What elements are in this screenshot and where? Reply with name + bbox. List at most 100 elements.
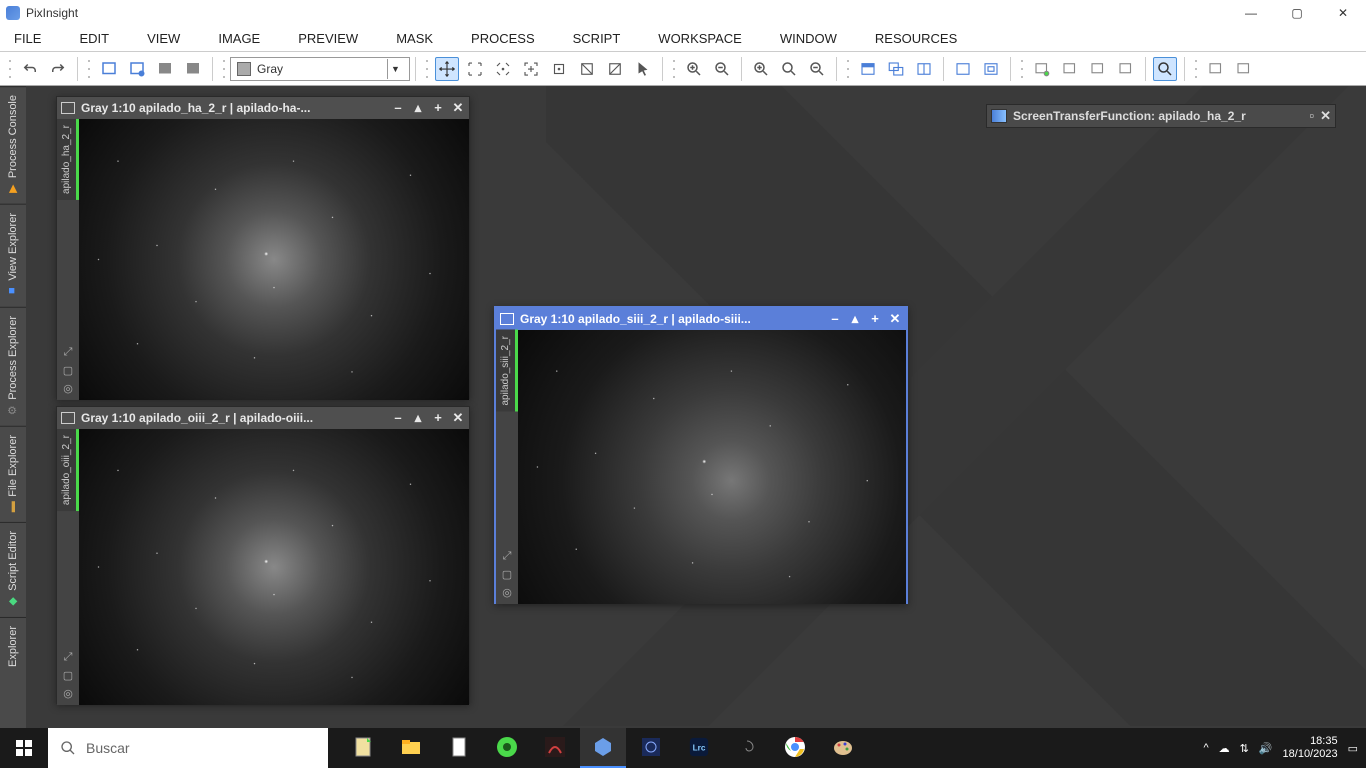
sidebar-script-editor[interactable]: ◆Script Editor [0, 522, 26, 617]
menu-window[interactable]: WINDOW [780, 31, 837, 46]
window4-button[interactable] [951, 57, 975, 81]
minimize-icon[interactable]: – [828, 311, 842, 327]
move-tool-button[interactable] [435, 57, 459, 81]
fit-icon[interactable]: ⤢ [500, 550, 514, 564]
saveas-button[interactable] [181, 57, 205, 81]
menu-workspace[interactable]: WORKSPACE [658, 31, 742, 46]
window3-button[interactable] [912, 57, 936, 81]
stf-close-icon[interactable]: ✕ [1320, 108, 1331, 124]
menu-script[interactable]: SCRIPT [573, 31, 621, 46]
menu-preview[interactable]: PREVIEW [298, 31, 358, 46]
window2-button[interactable] [884, 57, 908, 81]
tray-time[interactable]: 18:35 [1283, 735, 1338, 748]
image-tab-label[interactable]: apilado_oiii_2_r [57, 429, 79, 511]
rect-icon[interactable]: ▢ [500, 568, 514, 582]
target-icon[interactable]: ◎ [61, 687, 75, 701]
mask2-button[interactable] [1232, 57, 1256, 81]
maximize-icon[interactable]: + [431, 100, 445, 116]
clip-button[interactable] [575, 57, 599, 81]
image-canvas-siii[interactable] [518, 330, 906, 604]
actual-button[interactable] [547, 57, 571, 81]
image-window-oiii[interactable]: Gray 1:10 apilado_oiii_2_r | apilado-oii… [56, 406, 470, 704]
taskbar-search[interactable]: Buscar [48, 728, 328, 768]
menu-resources[interactable]: RESOURCES [875, 31, 957, 46]
new-button[interactable] [97, 57, 121, 81]
clip2-button[interactable] [603, 57, 627, 81]
zoom-in2-button[interactable] [749, 57, 773, 81]
tray-date[interactable]: 18/10/2023 [1283, 748, 1338, 761]
taskbar-app-paint[interactable] [820, 728, 866, 768]
close-icon[interactable]: ✕ [451, 410, 465, 426]
tray-chevron-icon[interactable]: ^ [1203, 742, 1208, 754]
minimize-icon[interactable]: – [391, 100, 405, 116]
tray-cloud-icon[interactable]: ☁ [1219, 742, 1230, 755]
image-canvas-ha[interactable] [79, 119, 469, 400]
taskbar-app-red[interactable] [532, 728, 578, 768]
sidebar-process-explorer[interactable]: ⚙Process Explorer [0, 307, 26, 426]
shade-icon[interactable]: ▴ [848, 311, 862, 327]
image-tab-label[interactable]: apilado_ha_2_r [57, 119, 79, 200]
preview3-button[interactable] [1086, 57, 1110, 81]
window1-button[interactable] [856, 57, 880, 81]
zoom-in-button[interactable] [682, 57, 706, 81]
rect-icon[interactable]: ▢ [61, 364, 75, 378]
expand-button[interactable] [519, 57, 543, 81]
menu-image[interactable]: IMAGE [218, 31, 260, 46]
image-window-siii-titlebar[interactable]: Gray 1:10 apilado_siii_2_r | apilado-sii… [496, 308, 906, 330]
maximize-icon[interactable]: + [868, 311, 882, 327]
image-tab-label[interactable]: apilado_siii_2_r [496, 330, 518, 412]
minimize-button[interactable]: — [1228, 0, 1274, 26]
taskbar-app-pixinsight[interactable] [580, 728, 626, 768]
menu-view[interactable]: VIEW [147, 31, 180, 46]
zoom-out2-button[interactable] [805, 57, 829, 81]
open-button[interactable] [125, 57, 149, 81]
tray-volume-icon[interactable]: 🔊 [1259, 742, 1273, 755]
start-button[interactable] [0, 728, 48, 768]
taskbar-app-green[interactable] [484, 728, 530, 768]
maximize-button[interactable]: ▢ [1274, 0, 1320, 26]
image-canvas-oiii[interactable] [79, 429, 469, 705]
stf-bar[interactable]: ScreenTransferFunction: apilado_ha_2_r ▫… [986, 104, 1336, 128]
menu-process[interactable]: PROCESS [471, 31, 535, 46]
menu-file[interactable]: FILE [14, 31, 41, 46]
sidebar-file-explorer[interactable]: ▬File Explorer [0, 426, 26, 523]
taskbar-app-file[interactable] [436, 728, 482, 768]
sidebar-explorer[interactable]: Explorer [0, 617, 26, 675]
zoom-fit-button[interactable] [777, 57, 801, 81]
image-window-ha[interactable]: Gray 1:10 apilado_ha_2_r | apilado-ha-..… [56, 96, 470, 399]
tray-notifications-icon[interactable]: ▭ [1348, 742, 1358, 755]
taskbar-app-lrc[interactable]: Lrc [676, 728, 722, 768]
zoom-out-button[interactable] [710, 57, 734, 81]
taskbar-app-blue[interactable] [628, 728, 674, 768]
taskbar-app-swirl[interactable] [724, 728, 770, 768]
sidebar-view-explorer[interactable]: ■View Explorer [0, 204, 26, 307]
fit-icon[interactable]: ⤢ [61, 651, 75, 665]
image-window-oiii-titlebar[interactable]: Gray 1:10 apilado_oiii_2_r | apilado-oii… [57, 407, 469, 429]
taskbar-app-notepad[interactable] [340, 728, 386, 768]
close-button[interactable]: ✕ [1320, 0, 1366, 26]
mask-button[interactable] [1204, 57, 1228, 81]
menu-edit[interactable]: EDIT [79, 31, 109, 46]
stf-restore-icon[interactable]: ▫ [1309, 108, 1314, 124]
shade-icon[interactable]: ▴ [411, 410, 425, 426]
sidebar-process-console[interactable]: ▶Process Console [0, 86, 26, 204]
taskbar-app-chrome[interactable] [772, 728, 818, 768]
rect-icon[interactable]: ▢ [61, 669, 75, 683]
tray-wifi-icon[interactable]: ⇅ [1240, 742, 1249, 755]
pointer-button[interactable] [631, 57, 655, 81]
undo-button[interactable] [18, 57, 42, 81]
close-icon[interactable]: ✕ [451, 100, 465, 116]
save-button[interactable] [153, 57, 177, 81]
window5-button[interactable] [979, 57, 1003, 81]
close-icon[interactable]: ✕ [888, 311, 902, 327]
preview2-button[interactable] [1058, 57, 1082, 81]
fit-icon[interactable]: ⤢ [61, 346, 75, 360]
minimize-icon[interactable]: – [391, 410, 405, 426]
image-window-siii[interactable]: Gray 1:10 apilado_siii_2_r | apilado-sii… [494, 306, 908, 604]
center-button[interactable] [491, 57, 515, 81]
menu-mask[interactable]: MASK [396, 31, 433, 46]
redo-button[interactable] [46, 57, 70, 81]
image-window-ha-titlebar[interactable]: Gray 1:10 apilado_ha_2_r | apilado-ha-..… [57, 97, 469, 119]
fit-button[interactable] [463, 57, 487, 81]
readout-button[interactable] [1153, 57, 1177, 81]
